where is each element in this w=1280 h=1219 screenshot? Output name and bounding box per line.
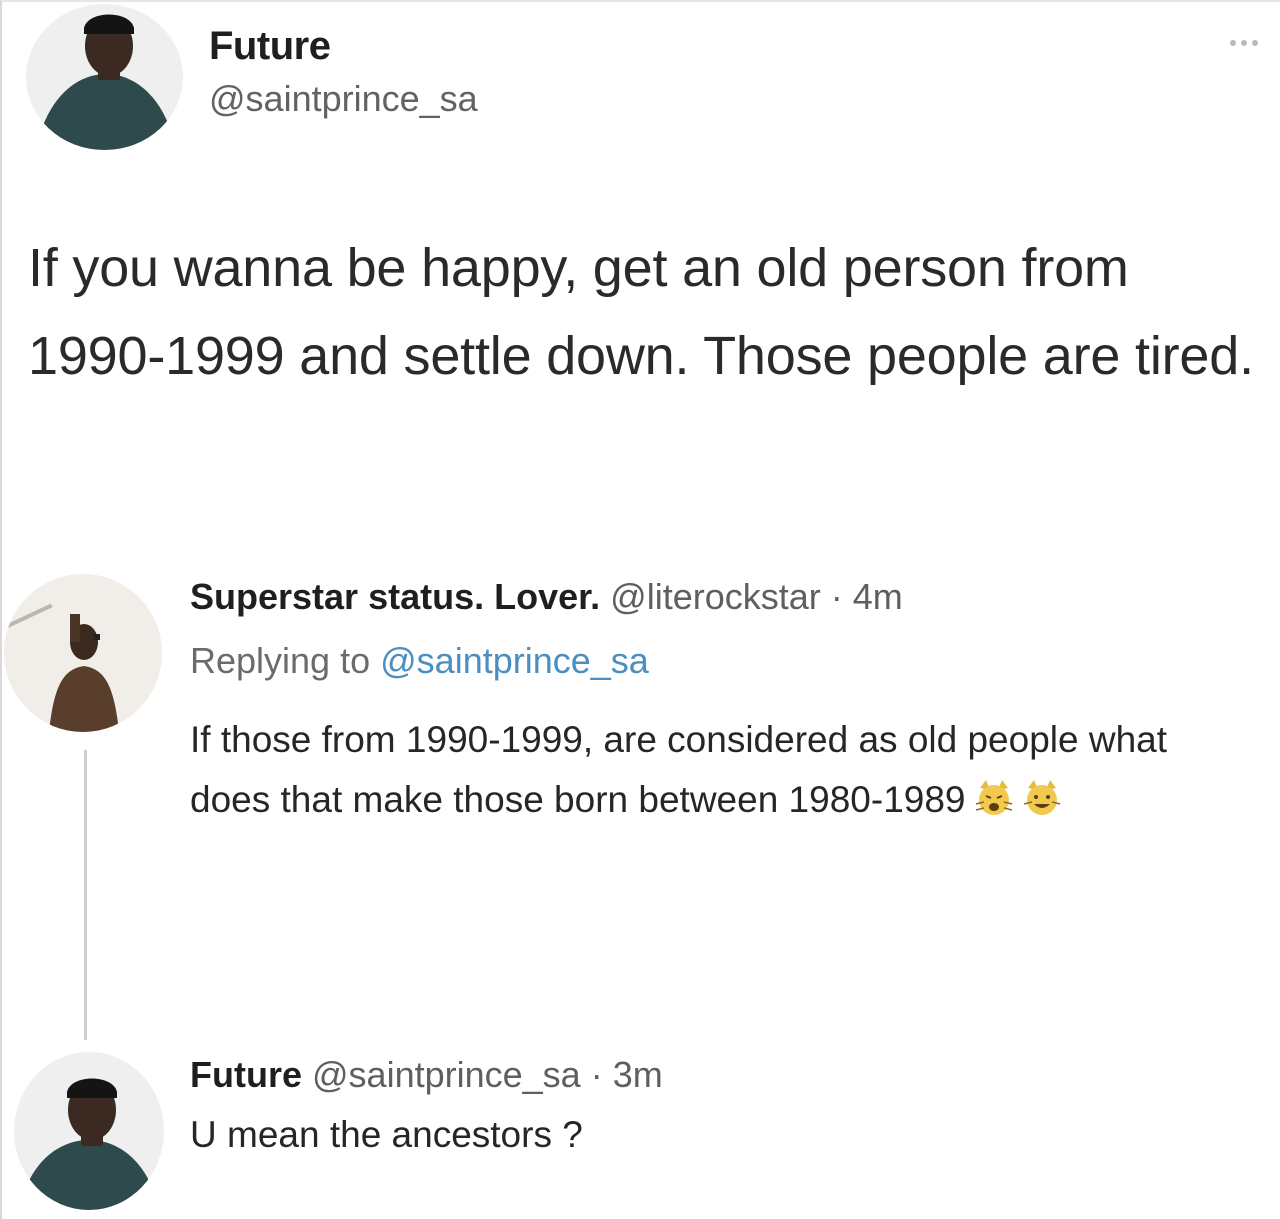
avatar[interactable]	[14, 1052, 164, 1210]
weary-cat-face-icon	[974, 776, 1014, 816]
thread-connector	[84, 750, 87, 1040]
reply-text-body: If those from 1990-1999, are considered …	[190, 719, 1168, 820]
author-handle-time[interactable]: @literockstar · 4m	[610, 576, 903, 617]
grinning-cat-face-icon	[1022, 776, 1062, 816]
author-handle[interactable]: @saintprince_sa	[209, 78, 478, 120]
author-name[interactable]: Future	[209, 24, 331, 69]
tweet-text: If you wanna be happy, get an old person…	[28, 238, 1254, 386]
reply-text: U mean the ancestors ?	[190, 1114, 583, 1155]
tweet-thread-screenshot: Future @saintprince_sa If you wanna be h…	[0, 0, 1280, 1219]
author-handle-time[interactable]: @saintprince_sa · 3m	[312, 1054, 663, 1095]
avatar[interactable]	[4, 574, 162, 732]
author-name[interactable]: Future	[190, 1054, 302, 1095]
person-avatar-icon	[26, 4, 183, 150]
more-options-icon[interactable]	[1230, 38, 1274, 48]
replying-label: Replying to	[190, 640, 371, 681]
avatar[interactable]	[26, 4, 183, 150]
person-avatar-icon	[14, 1052, 164, 1210]
replying-mention-link[interactable]: @saintprince_sa	[380, 640, 649, 681]
reply-header: Superstar status. Lover. @literockstar ·…	[190, 576, 903, 618]
person-avatar-icon	[4, 574, 162, 732]
replying-to: Replying to @saintprince_sa	[190, 640, 649, 682]
reply-header: Future @saintprince_sa · 3m	[190, 1054, 663, 1096]
author-name[interactable]: Superstar status. Lover.	[190, 576, 600, 617]
reply-text: If those from 1990-1999, are considered …	[190, 710, 1250, 830]
